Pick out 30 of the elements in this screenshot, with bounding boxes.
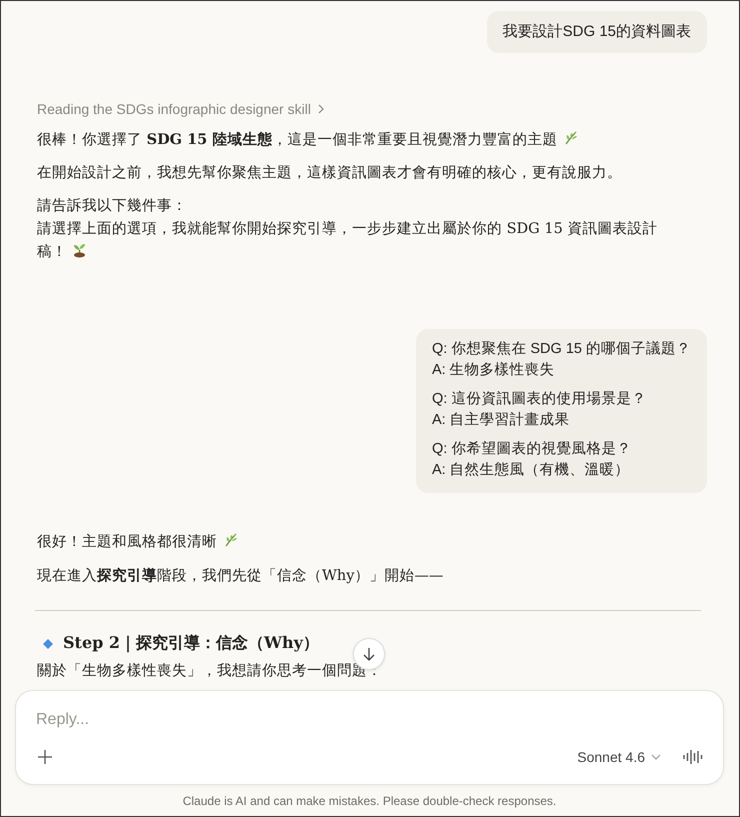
user-message: 我要設計SDG 15的資料圖表 [486,11,707,53]
section-heading: Step 2｜探究引導：信念（Why） [63,633,319,654]
message-text: 很棒！你選擇了 SDG 15 陸域生態，這是一個非常重要且視覺潛力豐富的主題 [37,132,558,148]
leaf-icon [223,532,239,548]
message-text: 現在進入探究引導階段，我們先從「信念（Why）」開始—— [37,568,444,584]
leaf-icon [563,130,580,146]
voice-icon [683,749,703,765]
answer-text: A: 自主學習計畫成果 [432,410,571,430]
chevron-icon [651,754,661,760]
message-text: 稿！ [37,244,67,260]
message-text: 很好！主題和風格都很清晰 [37,534,217,550]
reply-composer[interactable]: Reply... Sonnet 4.6 [15,690,724,785]
diamond-icon [43,638,53,648]
chevron-icon [316,104,325,114]
message-text: 請選擇上面的選項，我就能幫你開始探究引導，一步步建立出屬於你的 SDG 15 資訊圖表設計 [37,220,658,239]
answer-text: A: 自然生態風（有機、溫暖） [432,461,631,480]
message-text: 請告訴我以下幾件事： [37,197,188,216]
reply-field[interactable]: Reply... [36,705,705,735]
question-text: Q: 你想聚焦在 SDG 15 的哪個子議題？ [432,340,691,359]
model-selector[interactable]: Sonnet 4.6 [575,747,663,767]
down-arrow-icon [363,647,375,661]
disclaimer-text: Claude is AI and can make mistakes. Please double-check responses. [182,794,558,808]
question-text: Q: 這份資訊圖表的使用場景是？ [432,390,648,409]
seedling-icon [71,241,88,258]
message-text: 在開始設計之前，我想先幫你聚焦主題，這樣資訊圖表才會有明確的核心，更有說服力。 [37,165,622,181]
question-text: Q: 你希望圖表的視覺風格是？ [432,440,632,459]
answer-text: A: 生物多樣性喪失 [432,360,556,380]
add-button[interactable] [36,748,54,766]
plus-icon [38,750,52,764]
voice-button[interactable] [681,747,705,767]
